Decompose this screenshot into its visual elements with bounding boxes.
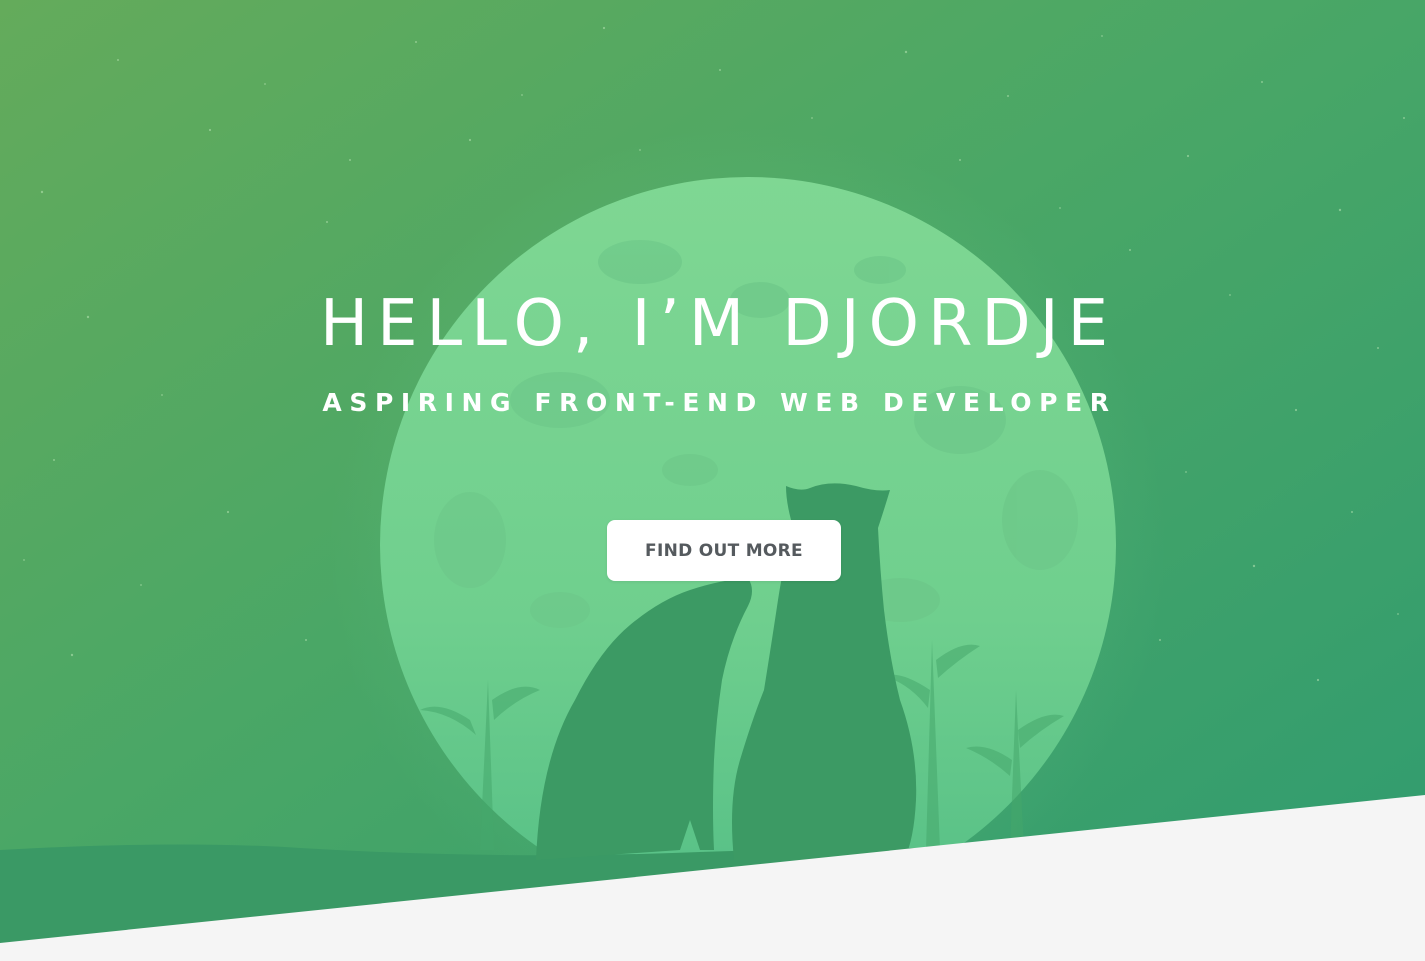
hero-background-image — [0, 0, 1425, 961]
hero-section: HELLO, I’M DJORDJE ASPIRING FRONT-END WE… — [0, 0, 1425, 961]
hero-title: HELLO, I’M DJORDJE — [319, 287, 1118, 361]
hero-subtitle: ASPIRING FRONT-END WEB DEVELOPER — [322, 388, 1117, 417]
find-out-more-button[interactable]: FIND OUT MORE — [607, 520, 841, 581]
